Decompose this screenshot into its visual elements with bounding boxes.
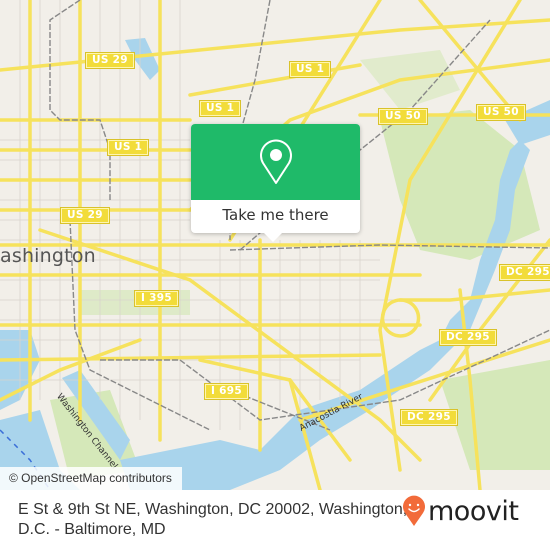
location-pin-icon xyxy=(259,139,292,184)
moovit-pin-icon xyxy=(403,495,425,526)
route-shield-us29: US 29 xyxy=(60,207,110,224)
route-shield-dc295: DC 295 xyxy=(499,264,550,281)
route-shield-us29-top: US 29 xyxy=(85,52,135,69)
map-attribution[interactable]: © OpenStreetMap contributors xyxy=(0,467,182,490)
route-shield-i395: I 395 xyxy=(134,290,179,307)
route-shield-us1: US 1 xyxy=(106,139,150,156)
address-text: E St & 9th St NE, Washington, DC 20002, … xyxy=(18,500,418,540)
location-popup: Take me there xyxy=(191,124,360,242)
route-shield-us1: US 1 xyxy=(198,100,242,117)
route-shield-dc295: DC 295 xyxy=(439,329,497,346)
popup-pointer xyxy=(264,233,282,242)
popup-header xyxy=(191,124,360,200)
moovit-logo[interactable]: moovit xyxy=(402,495,519,527)
map[interactable]: US 29 US 1 US 1 US 1 US 50 US 50 US 29 I… xyxy=(0,0,550,490)
route-shield-us1: US 1 xyxy=(288,61,332,78)
route-shield-i695: I 695 xyxy=(204,383,249,400)
footer: E St & 9th St NE, Washington, DC 20002, … xyxy=(0,490,550,550)
moovit-wordmark: moovit xyxy=(428,495,519,527)
address-line-1: E St & 9th St NE, Washington, DC 20002, … xyxy=(18,501,408,518)
route-shield-us50: US 50 xyxy=(378,108,428,125)
route-shield-us50: US 50 xyxy=(476,104,526,121)
take-me-there-button[interactable]: Take me there xyxy=(191,200,360,233)
address-line-2: D.C. - Baltimore, MD xyxy=(18,521,166,538)
route-shield-dc295: DC 295 xyxy=(400,409,458,426)
city-label-washington: ashington xyxy=(0,245,96,267)
